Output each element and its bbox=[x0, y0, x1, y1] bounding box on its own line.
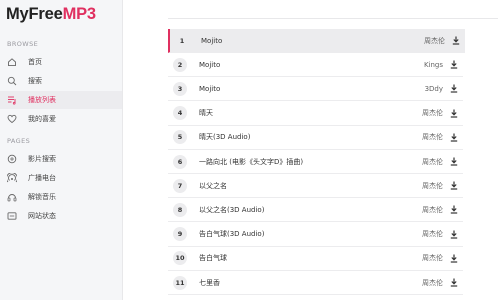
song-title: 七里香 bbox=[199, 278, 220, 287]
logo-text-part1: MyFree bbox=[6, 5, 63, 23]
sidebar-item-label: 搜索 bbox=[28, 77, 42, 85]
film-search-icon bbox=[7, 154, 17, 164]
sidebar-item-radio[interactable]: 广播电台 bbox=[0, 169, 122, 187]
song-title: Mojito bbox=[199, 84, 221, 93]
track-number: 7 bbox=[173, 178, 187, 193]
song-artist: Kings bbox=[423, 60, 443, 69]
song-title: 以父之名 bbox=[199, 181, 227, 190]
sidebar-item-home[interactable]: 首页 bbox=[0, 53, 122, 71]
download-icon[interactable] bbox=[450, 109, 458, 118]
song-artist: 周杰伦 bbox=[422, 205, 443, 214]
top-divider bbox=[168, 18, 498, 19]
song-title: 一路向北 (电影《头文字D》插曲) bbox=[199, 157, 304, 166]
app-logo[interactable]: MyFreeMP3 bbox=[6, 5, 96, 24]
download-icon[interactable] bbox=[450, 181, 458, 190]
song-title: 以父之名(3D Audio) bbox=[199, 205, 265, 214]
track-number: 5 bbox=[173, 130, 187, 145]
song-title: 告白气球(3D Audio) bbox=[199, 230, 265, 239]
pages-section-title: PAGES bbox=[7, 137, 31, 145]
track-number: 3 bbox=[173, 81, 187, 96]
sidebar-item-film-search[interactable]: 影片搜索 bbox=[0, 150, 122, 168]
song-artist: 周杰伦 bbox=[424, 36, 445, 45]
sidebar: MyFreeMP3 BROWSE 首页 搜索 播放列表 我的喜爱 PAGES 影… bbox=[0, 0, 123, 300]
download-icon[interactable] bbox=[450, 230, 458, 239]
song-row[interactable]: 6 一路向北 (电影《头文字D》插曲) 周杰伦 bbox=[168, 150, 463, 174]
sidebar-item-label: 广播电台 bbox=[28, 174, 56, 182]
song-row[interactable]: 5 晴天(3D Audio) 周杰伦 bbox=[168, 126, 463, 150]
download-icon[interactable] bbox=[452, 36, 460, 45]
song-artist: 周杰伦 bbox=[422, 181, 443, 190]
sidebar-item-label: 影片搜索 bbox=[28, 155, 56, 163]
track-number: 1 bbox=[179, 36, 185, 45]
song-row[interactable]: 8 以父之名(3D Audio) 周杰伦 bbox=[168, 198, 463, 223]
logo-text-part2: MP3 bbox=[62, 5, 97, 23]
track-number: 8 bbox=[173, 202, 187, 217]
track-number: 9 bbox=[173, 227, 187, 242]
sidebar-item-unlock-music[interactable]: 解锁音乐 bbox=[0, 188, 122, 206]
sidebar-item-site-status[interactable]: 网站状态 bbox=[0, 207, 122, 225]
song-row[interactable]: 10 告白气球 周杰伦 bbox=[168, 247, 463, 271]
track-number: 4 bbox=[173, 106, 187, 121]
main-content: 1 Mojito 周杰伦 2 Mojito Kings 3 Mojito 3Ddy 4 晴天 周杰伦 5… bbox=[123, 0, 500, 300]
unlock-icon bbox=[7, 192, 17, 202]
track-number: 2 bbox=[173, 57, 187, 72]
song-artist: 周杰伦 bbox=[422, 157, 443, 166]
song-title: 晴天(3D Audio) bbox=[199, 133, 251, 142]
song-title: 告白气球 bbox=[199, 254, 227, 263]
song-title: Mojito bbox=[201, 36, 223, 45]
song-artist: 周杰伦 bbox=[422, 230, 443, 239]
track-number: 10 bbox=[173, 251, 187, 266]
song-artist: 周杰伦 bbox=[422, 254, 443, 263]
playlist-icon bbox=[7, 95, 17, 105]
download-icon[interactable] bbox=[450, 278, 458, 287]
radio-icon bbox=[7, 173, 17, 183]
sidebar-item-label: 解锁音乐 bbox=[28, 193, 56, 201]
song-row[interactable]: 4 晴天 周杰伦 bbox=[168, 102, 463, 126]
sidebar-item-search[interactable]: 搜索 bbox=[0, 72, 122, 90]
status-icon bbox=[7, 211, 17, 221]
sidebar-item-playlist[interactable]: 播放列表 bbox=[0, 91, 122, 109]
download-icon[interactable] bbox=[450, 60, 458, 69]
browse-section-title: BROWSE bbox=[7, 40, 39, 48]
heart-icon bbox=[7, 114, 17, 124]
sidebar-item-label: 我的喜爱 bbox=[28, 115, 56, 123]
song-title: Mojito bbox=[199, 60, 221, 69]
sidebar-item-favorites[interactable]: 我的喜爱 bbox=[0, 110, 122, 128]
sidebar-item-label: 播放列表 bbox=[28, 96, 56, 104]
sidebar-item-label: 首页 bbox=[28, 58, 42, 66]
song-row[interactable]: 3 Mojito 3Ddy bbox=[168, 77, 463, 102]
download-icon[interactable] bbox=[450, 157, 458, 166]
download-icon[interactable] bbox=[450, 84, 458, 93]
track-number: 6 bbox=[173, 154, 187, 169]
song-row[interactable]: 1 Mojito 周杰伦 bbox=[168, 29, 465, 53]
song-row[interactable]: 9 告白气球(3D Audio) 周杰伦 bbox=[168, 223, 463, 247]
download-icon[interactable] bbox=[450, 254, 458, 263]
song-artist: 周杰伦 bbox=[422, 278, 443, 287]
download-icon[interactable] bbox=[450, 205, 458, 214]
song-title: 晴天 bbox=[199, 109, 213, 118]
song-artist: 周杰伦 bbox=[422, 109, 443, 118]
song-artist: 3Ddy bbox=[424, 84, 443, 93]
track-number: 11 bbox=[173, 275, 187, 290]
song-row[interactable]: 7 以父之名 周杰伦 bbox=[168, 174, 463, 199]
song-artist: 周杰伦 bbox=[422, 133, 443, 142]
song-row[interactable]: 2 Mojito Kings bbox=[168, 53, 463, 78]
song-row[interactable]: 11 七里香 周杰伦 bbox=[168, 271, 463, 295]
search-icon bbox=[7, 76, 17, 86]
sidebar-item-label: 网站状态 bbox=[28, 212, 56, 220]
home-icon bbox=[7, 57, 17, 67]
download-icon[interactable] bbox=[450, 133, 458, 142]
